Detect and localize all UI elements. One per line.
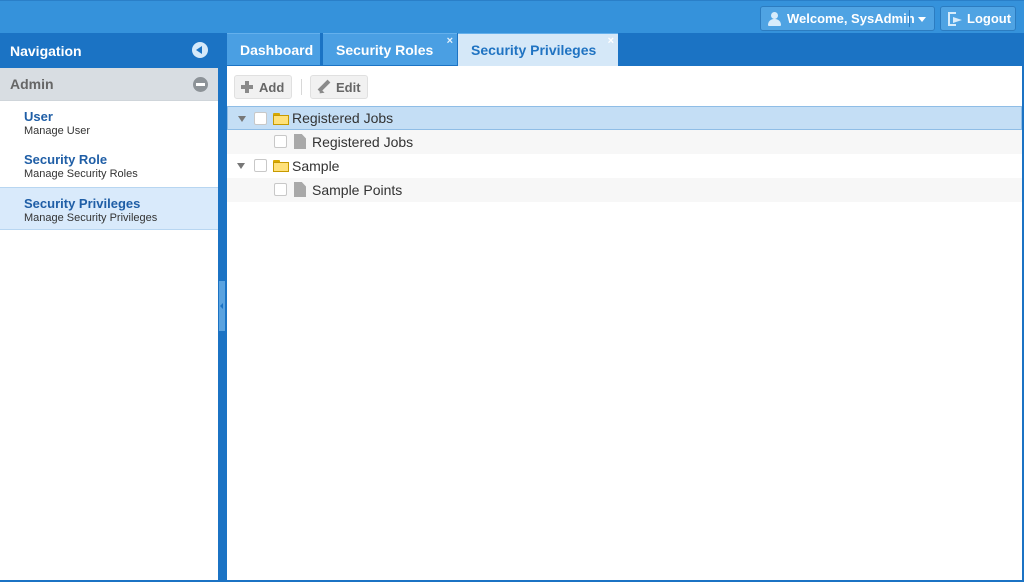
tree-row-sample-points-leaf[interactable]: Sample Points (227, 178, 1022, 202)
tree-checkbox[interactable] (274, 135, 287, 148)
user-menu-button[interactable]: Welcome, SysAdmin (760, 6, 935, 31)
tab-security-roles[interactable]: Security Roles × (323, 33, 457, 65)
navigation-header: Navigation (0, 33, 218, 68)
tree-node-label: Sample (292, 158, 340, 174)
expand-arrow-icon[interactable] (237, 163, 245, 169)
security-privileges-panel: Add Edit Registered Jobs Registered Jobs… (227, 66, 1022, 580)
button-divider (909, 10, 910, 27)
user-icon (768, 11, 781, 26)
chevron-down-icon[interactable] (918, 17, 926, 22)
nav-item-title: Security Role (24, 152, 108, 167)
folder-icon (273, 113, 289, 125)
collapse-panel-icon[interactable] (192, 42, 208, 58)
nav-item-security-role[interactable]: Security Role Manage Security Roles (0, 144, 218, 187)
tree-checkbox[interactable] (254, 159, 267, 172)
tab-security-privileges[interactable]: Security Privileges × (458, 33, 618, 66)
welcome-label: Welcome, SysAdmin (787, 11, 915, 26)
tree-node-label: Sample Points (312, 182, 403, 198)
folder-icon (273, 160, 289, 172)
tab-label: Security Roles (336, 41, 434, 58)
privileges-tree: Registered Jobs Registered Jobs Sample S… (227, 106, 1022, 202)
logout-icon (948, 11, 962, 26)
nav-item-title: User (24, 109, 53, 124)
tab-strip: Dashboard Security Roles × Security Priv… (227, 33, 1022, 66)
document-icon (294, 134, 306, 149)
expand-arrow-icon[interactable] (238, 116, 246, 122)
panel-splitter[interactable] (218, 33, 227, 580)
navigation-panel: Navigation Admin User Manage User Securi… (0, 33, 218, 580)
nav-item-security-privileges[interactable]: Security Privileges Manage Security Priv… (0, 187, 218, 230)
tab-label: Dashboard (240, 41, 314, 58)
tree-node-label: Registered Jobs (312, 134, 414, 150)
logout-label: Logout (967, 11, 1012, 26)
toolbar: Add Edit (227, 66, 1022, 105)
tree-node-label: Registered Jobs (292, 110, 394, 126)
plus-icon (241, 81, 253, 93)
tree-row-registered-jobs-leaf[interactable]: Registered Jobs (227, 130, 1022, 154)
admin-section-header[interactable]: Admin (0, 68, 218, 101)
top-header-bar: Welcome, SysAdmin Logout (0, 0, 1024, 33)
nav-item-title: Security Privileges (24, 196, 141, 211)
nav-item-user[interactable]: User Manage User (0, 101, 218, 144)
collapse-section-icon[interactable] (193, 77, 208, 92)
tab-label: Security Privileges (471, 42, 597, 58)
nav-item-subtitle: Manage User (24, 125, 91, 137)
pencil-icon (317, 80, 331, 94)
tree-checkbox[interactable] (274, 183, 287, 196)
add-label: Add (259, 79, 285, 95)
edit-label: Edit (336, 79, 361, 95)
add-button[interactable]: Add (234, 75, 292, 99)
logout-button[interactable]: Logout (940, 6, 1016, 31)
toolbar-divider (301, 79, 302, 95)
close-icon[interactable]: × (608, 36, 614, 47)
tree-row-sample-folder[interactable]: Sample (227, 154, 1022, 178)
nav-item-subtitle: Manage Security Roles (24, 168, 138, 180)
close-icon[interactable]: × (447, 36, 453, 47)
nav-item-subtitle: Manage Security Privileges (24, 212, 158, 224)
navigation-title: Navigation (10, 42, 82, 59)
admin-section-title: Admin (10, 76, 54, 92)
document-icon (294, 182, 306, 197)
edit-button[interactable]: Edit (310, 75, 368, 99)
tree-row-registered-jobs-folder[interactable]: Registered Jobs (227, 106, 1022, 130)
tree-checkbox[interactable] (254, 112, 267, 125)
splitter-collapse-handle[interactable] (219, 281, 225, 331)
tab-dashboard[interactable]: Dashboard (227, 33, 320, 65)
